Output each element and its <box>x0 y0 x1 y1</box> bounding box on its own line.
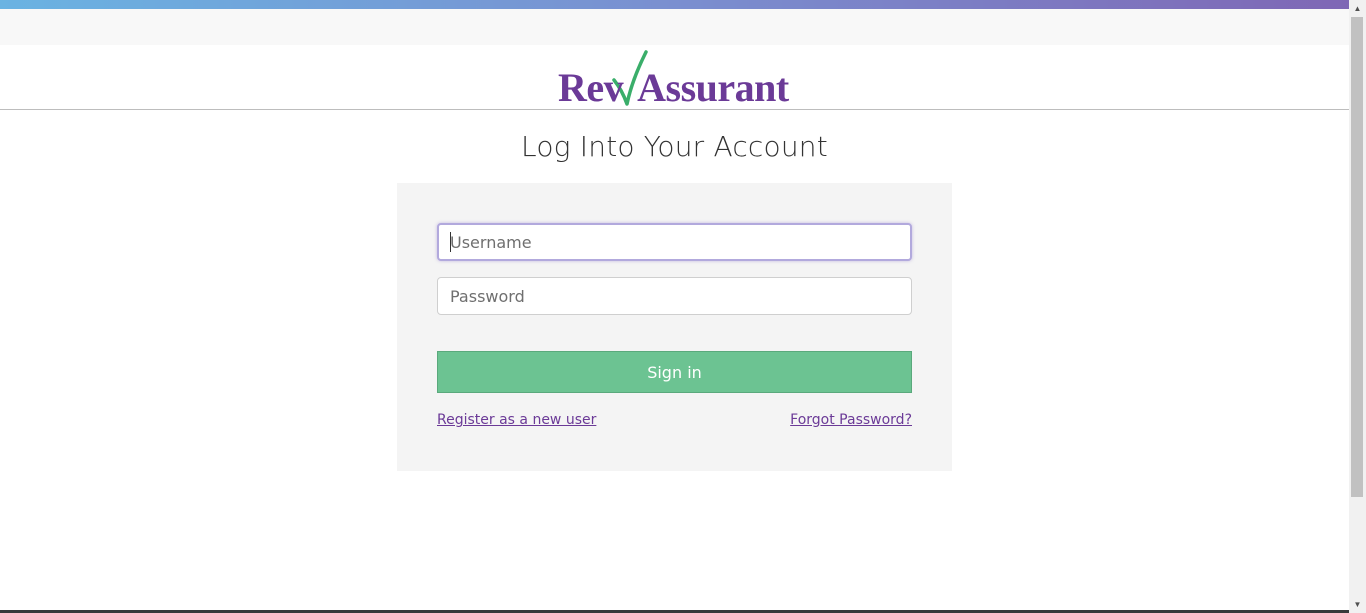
top-accent-bar <box>0 0 1349 9</box>
forgot-password-link[interactable]: Forgot Password? <box>790 412 912 428</box>
login-card: Sign in Register as a new user Forgot Pa… <box>397 183 952 471</box>
brand-wordmark: Rev Assurant <box>558 68 789 108</box>
password-input[interactable] <box>437 277 912 315</box>
vertical-scrollbar[interactable]: ▲ ▼ <box>1349 0 1366 613</box>
text-caret <box>450 232 451 252</box>
scroll-down-icon[interactable]: ▼ <box>1349 596 1366 613</box>
page: Rev Assurant Log Into Your Account Sign i… <box>0 0 1349 613</box>
sign-in-button[interactable]: Sign in <box>437 351 912 393</box>
scroll-thumb[interactable] <box>1351 17 1363 497</box>
site-header: Rev Assurant <box>0 45 1349 110</box>
register-link[interactable]: Register as a new user <box>437 412 596 428</box>
page-title: Log Into Your Account <box>521 130 828 163</box>
brand-logo[interactable]: Rev Assurant <box>558 50 789 108</box>
username-input[interactable] <box>437 223 912 261</box>
scroll-up-icon[interactable]: ▲ <box>1349 0 1366 17</box>
brand-prefix: Rev <box>558 65 624 110</box>
brand-suffix: Assurant <box>637 65 789 110</box>
top-band <box>0 9 1349 45</box>
